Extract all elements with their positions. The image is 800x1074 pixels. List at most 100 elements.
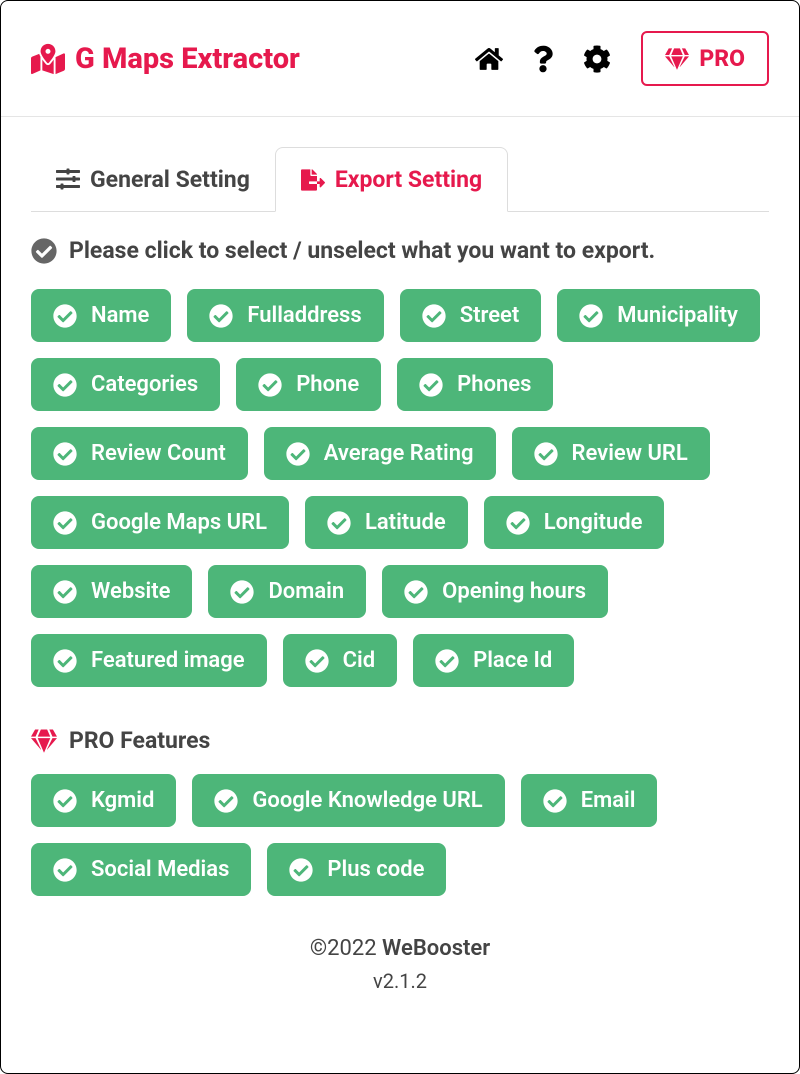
export-chip[interactable]: Review Count — [31, 427, 248, 480]
map-marked-icon — [31, 42, 65, 76]
chip-label: Google Knowledge URL — [252, 788, 482, 813]
check-circle-icon — [53, 442, 77, 466]
pro-button[interactable]: PRO — [641, 31, 769, 86]
chip-label: Longitude — [544, 510, 643, 535]
check-circle-icon — [209, 304, 233, 328]
export-chip[interactable]: Fulladdress — [187, 289, 383, 342]
export-chip[interactable]: Latitude — [305, 496, 468, 549]
check-circle-icon — [31, 238, 57, 264]
check-circle-icon — [289, 858, 313, 882]
pro-chips: Kgmid Google Knowledge URL Email Social Med… — [31, 774, 769, 896]
header: G Maps Extractor PRO — [1, 1, 799, 117]
gem-icon — [665, 47, 689, 71]
chip-label: Review URL — [572, 441, 688, 466]
export-chip[interactable]: Domain — [208, 565, 366, 618]
check-circle-icon — [53, 649, 77, 673]
footer-version: v2.1.2 — [31, 969, 769, 993]
check-circle-icon — [286, 442, 310, 466]
export-chip[interactable]: Street — [400, 289, 542, 342]
export-chip[interactable]: Place Id — [413, 634, 574, 687]
chip-label: Place Id — [473, 648, 552, 673]
check-circle-icon — [435, 649, 459, 673]
tab-export-label: Export Setting — [335, 166, 482, 193]
export-chip[interactable]: Cid — [283, 634, 397, 687]
check-circle-icon — [534, 442, 558, 466]
chip-label: Review Count — [91, 441, 226, 466]
tab-export[interactable]: Export Setting — [275, 147, 508, 212]
export-chip[interactable]: Featured image — [31, 634, 267, 687]
export-chip[interactable]: Kgmid — [31, 774, 176, 827]
chip-label: Name — [91, 303, 149, 328]
footer: ©2022 WeBooster v2.1.2 — [31, 936, 769, 993]
check-circle-icon — [305, 649, 329, 673]
chip-label: Website — [91, 579, 170, 604]
export-chip[interactable]: Website — [31, 565, 192, 618]
check-circle-icon — [422, 304, 446, 328]
check-circle-icon — [543, 789, 567, 813]
export-chip[interactable]: Longitude — [484, 496, 665, 549]
check-circle-icon — [53, 789, 77, 813]
chip-label: Categories — [91, 372, 198, 397]
export-chip[interactable]: Plus code — [267, 843, 446, 896]
chip-label: Plus code — [327, 857, 424, 882]
tab-general-label: General Setting — [90, 166, 250, 193]
check-circle-icon — [579, 304, 603, 328]
app-title: G Maps Extractor — [75, 42, 300, 76]
chip-label: Phone — [296, 372, 359, 397]
export-chip[interactable]: Social Medias — [31, 843, 251, 896]
pro-label: PRO — [699, 45, 745, 72]
check-circle-icon — [506, 511, 530, 535]
tab-general[interactable]: General Setting — [31, 147, 275, 211]
check-circle-icon — [53, 304, 77, 328]
export-chip[interactable]: Categories — [31, 358, 220, 411]
instruction: Please click to select / unselect what y… — [31, 237, 769, 264]
gem-icon — [31, 728, 57, 754]
chip-label: Kgmid — [91, 788, 154, 813]
export-chip[interactable]: Average Rating — [264, 427, 496, 480]
export-chip[interactable]: Review URL — [512, 427, 710, 480]
export-chips: Name Fulladdress Street Municipality Categor… — [31, 289, 769, 687]
gear-icon[interactable] — [583, 45, 611, 73]
check-circle-icon — [258, 373, 282, 397]
file-export-icon — [301, 168, 325, 192]
instruction-text: Please click to select / unselect what y… — [69, 237, 655, 264]
tabs: General Setting Export Setting — [31, 147, 769, 212]
export-chip[interactable]: Google Knowledge URL — [192, 774, 504, 827]
chip-label: Municipality — [617, 303, 738, 328]
check-circle-icon — [53, 858, 77, 882]
sliders-icon — [56, 167, 80, 191]
pro-section-title-text: PRO Features — [69, 727, 210, 754]
chip-label: Fulladdress — [247, 303, 361, 328]
chip-label: Google Maps URL — [91, 510, 267, 535]
check-circle-icon — [327, 511, 351, 535]
chip-label: Opening hours — [442, 579, 586, 604]
home-icon[interactable] — [475, 45, 503, 73]
content: Please click to select / unselect what y… — [1, 212, 799, 1018]
chip-label: Street — [460, 303, 520, 328]
export-chip[interactable]: Phones — [397, 358, 553, 411]
check-circle-icon — [404, 580, 428, 604]
chip-label: Email — [581, 788, 636, 813]
check-circle-icon — [53, 373, 77, 397]
export-chip[interactable]: Opening hours — [382, 565, 608, 618]
footer-copyright: ©2022 WeBooster — [31, 936, 769, 961]
check-circle-icon — [230, 580, 254, 604]
check-circle-icon — [214, 789, 238, 813]
logo-section: G Maps Extractor — [31, 42, 475, 76]
chip-label: Social Medias — [91, 857, 229, 882]
check-circle-icon — [53, 580, 77, 604]
export-chip[interactable]: Municipality — [557, 289, 760, 342]
help-icon[interactable] — [533, 45, 553, 73]
chip-label: Phones — [457, 372, 531, 397]
header-actions: PRO — [475, 31, 769, 86]
export-chip[interactable]: Google Maps URL — [31, 496, 289, 549]
check-circle-icon — [419, 373, 443, 397]
chip-label: Featured image — [91, 648, 245, 673]
footer-company[interactable]: WeBooster — [382, 936, 490, 961]
chip-label: Average Rating — [324, 441, 474, 466]
export-chip[interactable]: Name — [31, 289, 171, 342]
pro-section-title: PRO Features — [31, 727, 769, 754]
export-chip[interactable]: Phone — [236, 358, 381, 411]
check-circle-icon — [53, 511, 77, 535]
export-chip[interactable]: Email — [521, 774, 658, 827]
